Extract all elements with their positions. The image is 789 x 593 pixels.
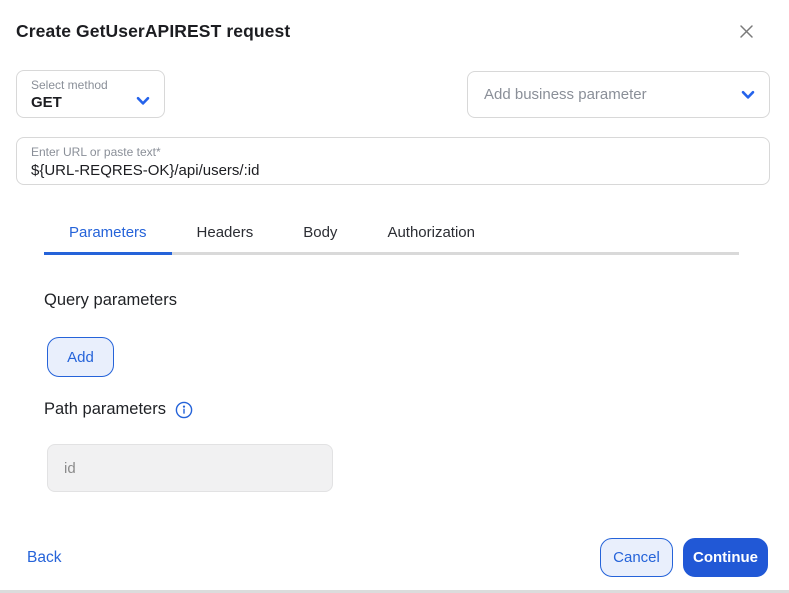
create-request-dialog: Create GetUserAPIREST request Select met… bbox=[0, 0, 789, 593]
method-select-label: Select method bbox=[31, 78, 108, 92]
method-select[interactable]: Select method GET bbox=[16, 70, 165, 118]
chevron-down-icon bbox=[740, 87, 756, 103]
path-parameters-heading: Path parameters bbox=[44, 400, 166, 419]
tab-authorization[interactable]: Authorization bbox=[362, 214, 500, 255]
request-tabs: Parameters Headers Body Authorization bbox=[44, 214, 739, 255]
query-parameters-heading: Query parameters bbox=[44, 291, 177, 310]
business-parameter-select[interactable]: Add business parameter bbox=[467, 71, 770, 118]
back-link[interactable]: Back bbox=[27, 549, 61, 567]
path-parameters-heading-row: Path parameters bbox=[44, 400, 193, 419]
close-button[interactable] bbox=[736, 23, 756, 43]
close-icon bbox=[739, 24, 754, 42]
path-parameter-field: id bbox=[47, 444, 333, 492]
tab-headers[interactable]: Headers bbox=[172, 214, 279, 255]
tab-body[interactable]: Body bbox=[278, 214, 362, 255]
url-input-label: Enter URL or paste text* bbox=[31, 145, 161, 159]
continue-button[interactable]: Continue bbox=[683, 538, 768, 577]
url-input-value: ${URL-REQRES-OK}/api/users/:id bbox=[31, 162, 259, 179]
url-input[interactable]: Enter URL or paste text* ${URL-REQRES-OK… bbox=[16, 137, 770, 185]
chevron-down-icon bbox=[135, 93, 151, 109]
dialog-title: Create GetUserAPIREST request bbox=[16, 21, 290, 42]
business-parameter-placeholder: Add business parameter bbox=[484, 72, 647, 117]
add-query-parameter-button[interactable]: Add bbox=[47, 337, 114, 377]
info-icon[interactable] bbox=[175, 401, 193, 419]
method-select-value: GET bbox=[31, 94, 62, 111]
tab-parameters[interactable]: Parameters bbox=[44, 214, 172, 255]
path-parameter-value: id bbox=[64, 445, 76, 491]
cancel-button[interactable]: Cancel bbox=[600, 538, 673, 577]
